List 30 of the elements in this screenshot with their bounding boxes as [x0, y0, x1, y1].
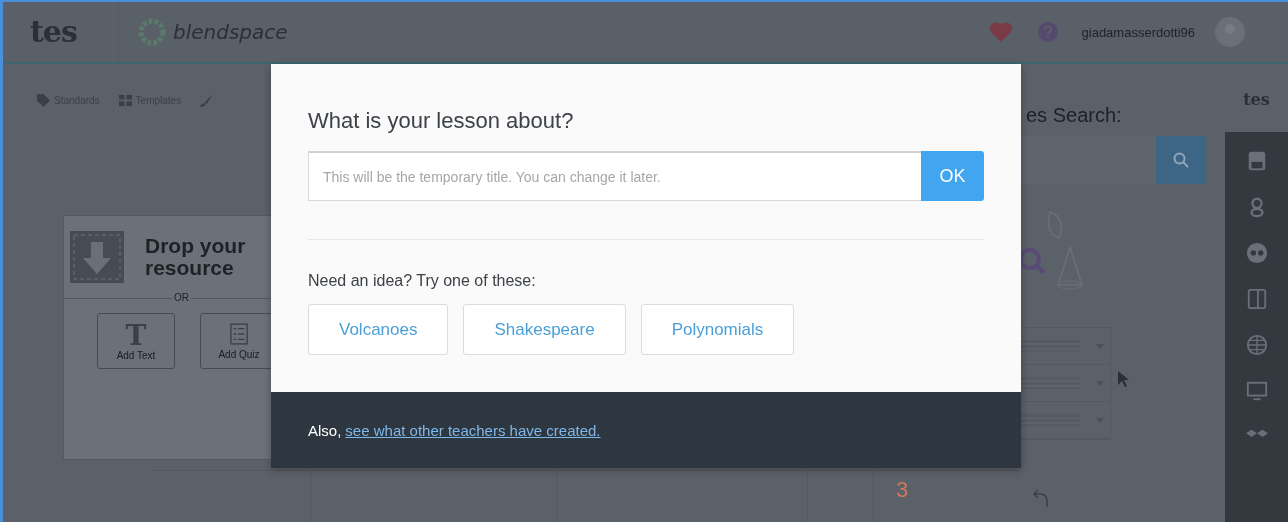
ring-logo-icon	[137, 17, 167, 47]
title-input-field[interactable]: This will be the temporary title. You can change it later.	[308, 151, 921, 201]
dialog-title: What is your lesson about?	[308, 108, 575, 134]
idea-button[interactable]: Shakespeare	[463, 304, 626, 355]
ideas-label: Need an idea? Try one of these:	[308, 272, 537, 290]
tag-icon[interactable]	[36, 92, 51, 108]
globe-icon[interactable]	[1245, 334, 1268, 356]
cursor-icon	[1117, 370, 1129, 388]
footer-text: Also,	[308, 421, 342, 439]
search-field[interactable]	[1020, 135, 1207, 185]
search-icon	[1173, 152, 1189, 168]
heart-icon[interactable]	[987, 21, 1014, 43]
idea-button[interactable]: Polynomials	[640, 304, 795, 355]
ok-button[interactable]: OK	[921, 151, 984, 201]
search-button[interactable]	[1156, 136, 1206, 184]
grid-icon[interactable]	[117, 92, 133, 108]
help-icon[interactable]	[1037, 22, 1058, 42]
monitor-icon[interactable]	[1245, 380, 1268, 402]
drop-title: Drop your resource	[145, 235, 247, 279]
undo-icon[interactable]	[1033, 488, 1049, 508]
download-icon	[69, 230, 125, 284]
idea-button[interactable]: Volcanoes	[308, 304, 449, 355]
step-number: 3	[896, 477, 909, 502]
search-label: es Search:	[1026, 104, 1123, 127]
username[interactable]: giadamasserdotti96	[1081, 24, 1195, 40]
avatar-icon[interactable]	[1215, 17, 1245, 47]
dots-icon[interactable]	[1245, 242, 1268, 264]
teachers-link[interactable]: see what other teachers have created.	[345, 421, 601, 439]
list-icon	[230, 322, 248, 345]
panel-icon[interactable]	[1245, 288, 1268, 310]
